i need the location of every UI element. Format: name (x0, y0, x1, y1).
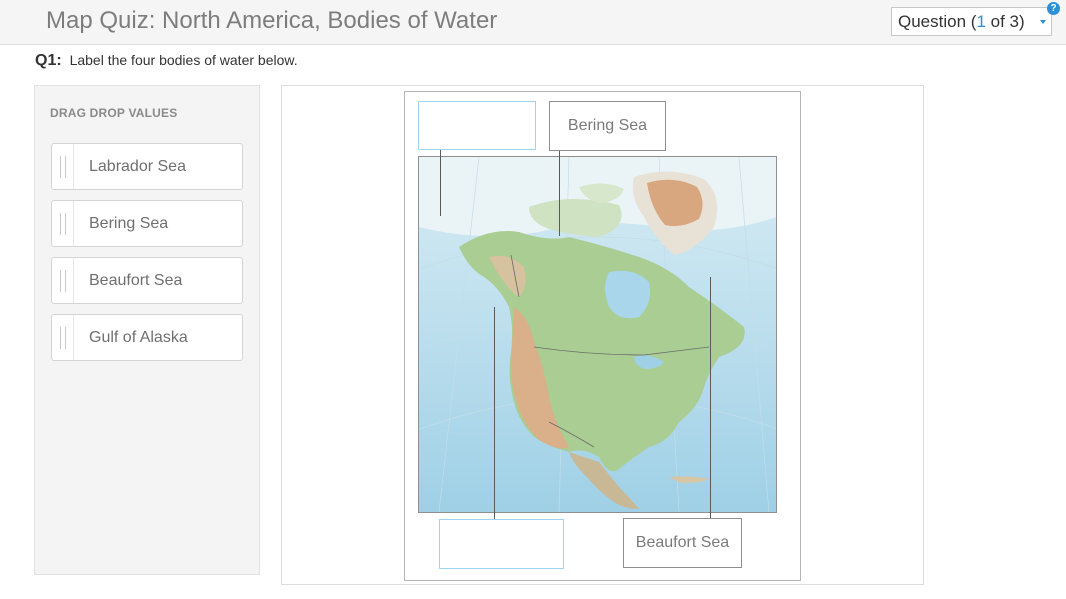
divider (73, 258, 74, 303)
leader-line (440, 150, 441, 216)
drop-zone-top-right[interactable]: Bering Sea (549, 101, 666, 151)
leader-line (494, 307, 495, 519)
drag-item-label: Gulf of Alaska (89, 329, 188, 346)
help-icon[interactable]: ? (1047, 2, 1060, 15)
drag-item-gulf-of-alaska[interactable]: Gulf of Alaska (51, 314, 243, 361)
quiz-app: Map Quiz: North America, Bodies of Water… (0, 0, 1066, 599)
page-title: Map Quiz: North America, Bodies of Water (46, 7, 498, 34)
divider (73, 144, 74, 189)
drag-handle-icon[interactable] (60, 156, 66, 178)
drag-item-label: Beaufort Sea (89, 272, 183, 289)
question-selector[interactable]: Question (1 of 3) (891, 7, 1052, 36)
drag-handle-icon[interactable] (60, 270, 66, 292)
leader-line (559, 150, 560, 236)
north-america-map (418, 156, 777, 513)
leader-line (710, 277, 711, 518)
question-number: Q1: (35, 52, 62, 69)
question-selector-current: 1 (976, 12, 986, 31)
header-bar: Map Quiz: North America, Bodies of Water… (0, 0, 1066, 45)
chevron-down-icon (1040, 20, 1046, 24)
question-selector-suffix: of 3) (985, 12, 1025, 31)
drop-zone-top-left[interactable] (418, 101, 536, 150)
drag-item-label: Bering Sea (89, 215, 169, 232)
map-image (419, 157, 776, 512)
drag-item-beaufort-sea[interactable]: Beaufort Sea (51, 257, 243, 304)
drag-item-label: Labrador Sea (89, 158, 186, 175)
drag-item-labrador-sea[interactable]: Labrador Sea (51, 143, 243, 190)
drag-drop-values-panel: DRAG DROP VALUES Labrador Sea Bering Sea… (34, 85, 260, 575)
drag-item-bering-sea[interactable]: Bering Sea (51, 200, 243, 247)
question-prompt: Q1: Label the four bodies of water below… (35, 50, 298, 71)
drop-zone-bottom-left[interactable] (439, 519, 564, 569)
divider (73, 201, 74, 246)
drag-handle-icon[interactable] (60, 213, 66, 235)
drag-handle-icon[interactable] (60, 327, 66, 349)
drop-zone-bottom-right[interactable]: Beaufort Sea (623, 518, 742, 568)
panel-title: DRAG DROP VALUES (50, 106, 178, 120)
question-selector-prefix: Question ( (898, 12, 977, 31)
divider (73, 315, 74, 360)
question-text: Label the four bodies of water below. (69, 52, 298, 68)
